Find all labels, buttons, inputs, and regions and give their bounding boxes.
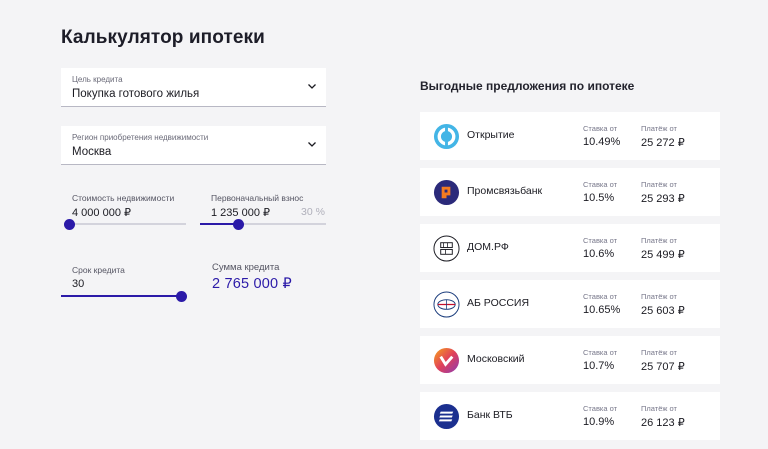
payment-label: Платёж от bbox=[641, 236, 677, 245]
rate-label: Ставка от bbox=[583, 180, 618, 189]
vtb-logo-icon bbox=[433, 403, 460, 430]
down-payment-slider-knob[interactable] bbox=[232, 219, 244, 230]
payment-value: 25 499 ₽ bbox=[641, 249, 685, 261]
rate-value: 10.7% bbox=[583, 360, 615, 372]
term-slider[interactable] bbox=[61, 295, 181, 297]
domrf-logo-icon bbox=[433, 235, 460, 262]
purpose-select[interactable]: Цель кредита Покупка готового жилья bbox=[61, 68, 326, 107]
down-payment-input[interactable]: 1 235 000 ₽ bbox=[211, 206, 270, 219]
payment-value: 25 293 ₽ bbox=[641, 193, 685, 205]
bank-name: Промсвязьбанк bbox=[467, 185, 543, 197]
rate-label: Ставка от bbox=[583, 236, 618, 245]
offer-card[interactable]: Московский Ставка от 10.7% Платёж от 25 … bbox=[420, 336, 720, 384]
bank-name: Открытие bbox=[467, 129, 515, 141]
payment-value: 25 272 ₽ bbox=[641, 137, 685, 149]
region-value: Москва bbox=[72, 146, 112, 158]
payment-label: Платёж от bbox=[641, 180, 677, 189]
offer-card[interactable]: Промсвязьбанк Ставка от 10.5% Платёж от … bbox=[420, 168, 720, 216]
payment-value: 26 123 ₽ bbox=[641, 417, 685, 429]
payment-label: Платёж от bbox=[641, 348, 677, 357]
page-title: Калькулятор ипотеки bbox=[61, 27, 265, 48]
rate-label: Ставка от bbox=[583, 348, 618, 357]
loan-sum-label: Сумма кредита bbox=[212, 262, 280, 273]
bank-name: ДОМ.РФ bbox=[467, 241, 509, 253]
down-payment-slider[interactable] bbox=[200, 223, 326, 225]
abrossiya-logo-icon bbox=[433, 291, 460, 318]
term-label: Срок кредита bbox=[72, 265, 125, 275]
offer-card[interactable]: ДОМ.РФ Ставка от 10.6% Платёж от 25 499 … bbox=[420, 224, 720, 272]
term-input[interactable]: 30 bbox=[72, 278, 84, 290]
payment-label: Платёж от bbox=[641, 292, 677, 301]
purpose-value: Покупка готового жилья bbox=[72, 88, 200, 100]
chevron-down-icon bbox=[308, 142, 316, 147]
bank-name: АБ РОССИЯ bbox=[467, 297, 530, 309]
rate-value: 10.6% bbox=[583, 248, 615, 260]
rate-value: 10.49% bbox=[583, 136, 621, 148]
psb-logo-icon bbox=[433, 179, 460, 206]
down-payment-percent: 30 % bbox=[301, 206, 325, 218]
property-cost-slider-knob[interactable] bbox=[64, 219, 75, 230]
bank-name: Московский bbox=[467, 353, 525, 365]
rate-label: Ставка от bbox=[583, 404, 618, 413]
offer-card[interactable]: АБ РОССИЯ Ставка от 10.65% Платёж от 25 … bbox=[420, 280, 720, 328]
payment-label: Платёж от bbox=[641, 124, 677, 133]
property-cost-label: Стоимость недвижимости bbox=[72, 193, 175, 203]
offers-title: Выгодные предложения по ипотеке bbox=[420, 79, 635, 93]
chevron-down-icon bbox=[308, 84, 316, 89]
rate-value: 10.65% bbox=[583, 304, 621, 316]
down-payment-label: Первоначальный взнос bbox=[211, 193, 304, 203]
region-label: Регион приобретения недвижимости bbox=[72, 133, 209, 142]
rate-label: Ставка от bbox=[583, 292, 618, 301]
property-cost-slider[interactable] bbox=[64, 223, 186, 225]
bank-name: Банк ВТБ bbox=[467, 409, 513, 421]
payment-label: Платёж от bbox=[641, 404, 677, 413]
mkb-logo-icon bbox=[433, 347, 460, 374]
property-cost-input[interactable]: 4 000 000 ₽ bbox=[72, 206, 131, 219]
offer-card[interactable]: Открытие Ставка от 10.49% Платёж от 25 2… bbox=[420, 112, 720, 160]
loan-sum-value: 2 765 000 ₽ bbox=[212, 276, 292, 292]
rate-label: Ставка от bbox=[583, 124, 618, 133]
offer-card[interactable]: Банк ВТБ Ставка от 10.9% Платёж от 26 12… bbox=[420, 392, 720, 440]
term-slider-fill bbox=[61, 295, 181, 297]
payment-value: 25 603 ₽ bbox=[641, 305, 685, 317]
otkritie-logo-icon bbox=[433, 123, 460, 150]
region-select[interactable]: Регион приобретения недвижимости Москва bbox=[61, 126, 326, 165]
term-slider-knob[interactable] bbox=[176, 291, 187, 302]
rate-value: 10.5% bbox=[583, 192, 615, 204]
payment-value: 25 707 ₽ bbox=[641, 361, 685, 373]
rate-value: 10.9% bbox=[583, 416, 615, 428]
purpose-label: Цель кредита bbox=[72, 75, 123, 84]
